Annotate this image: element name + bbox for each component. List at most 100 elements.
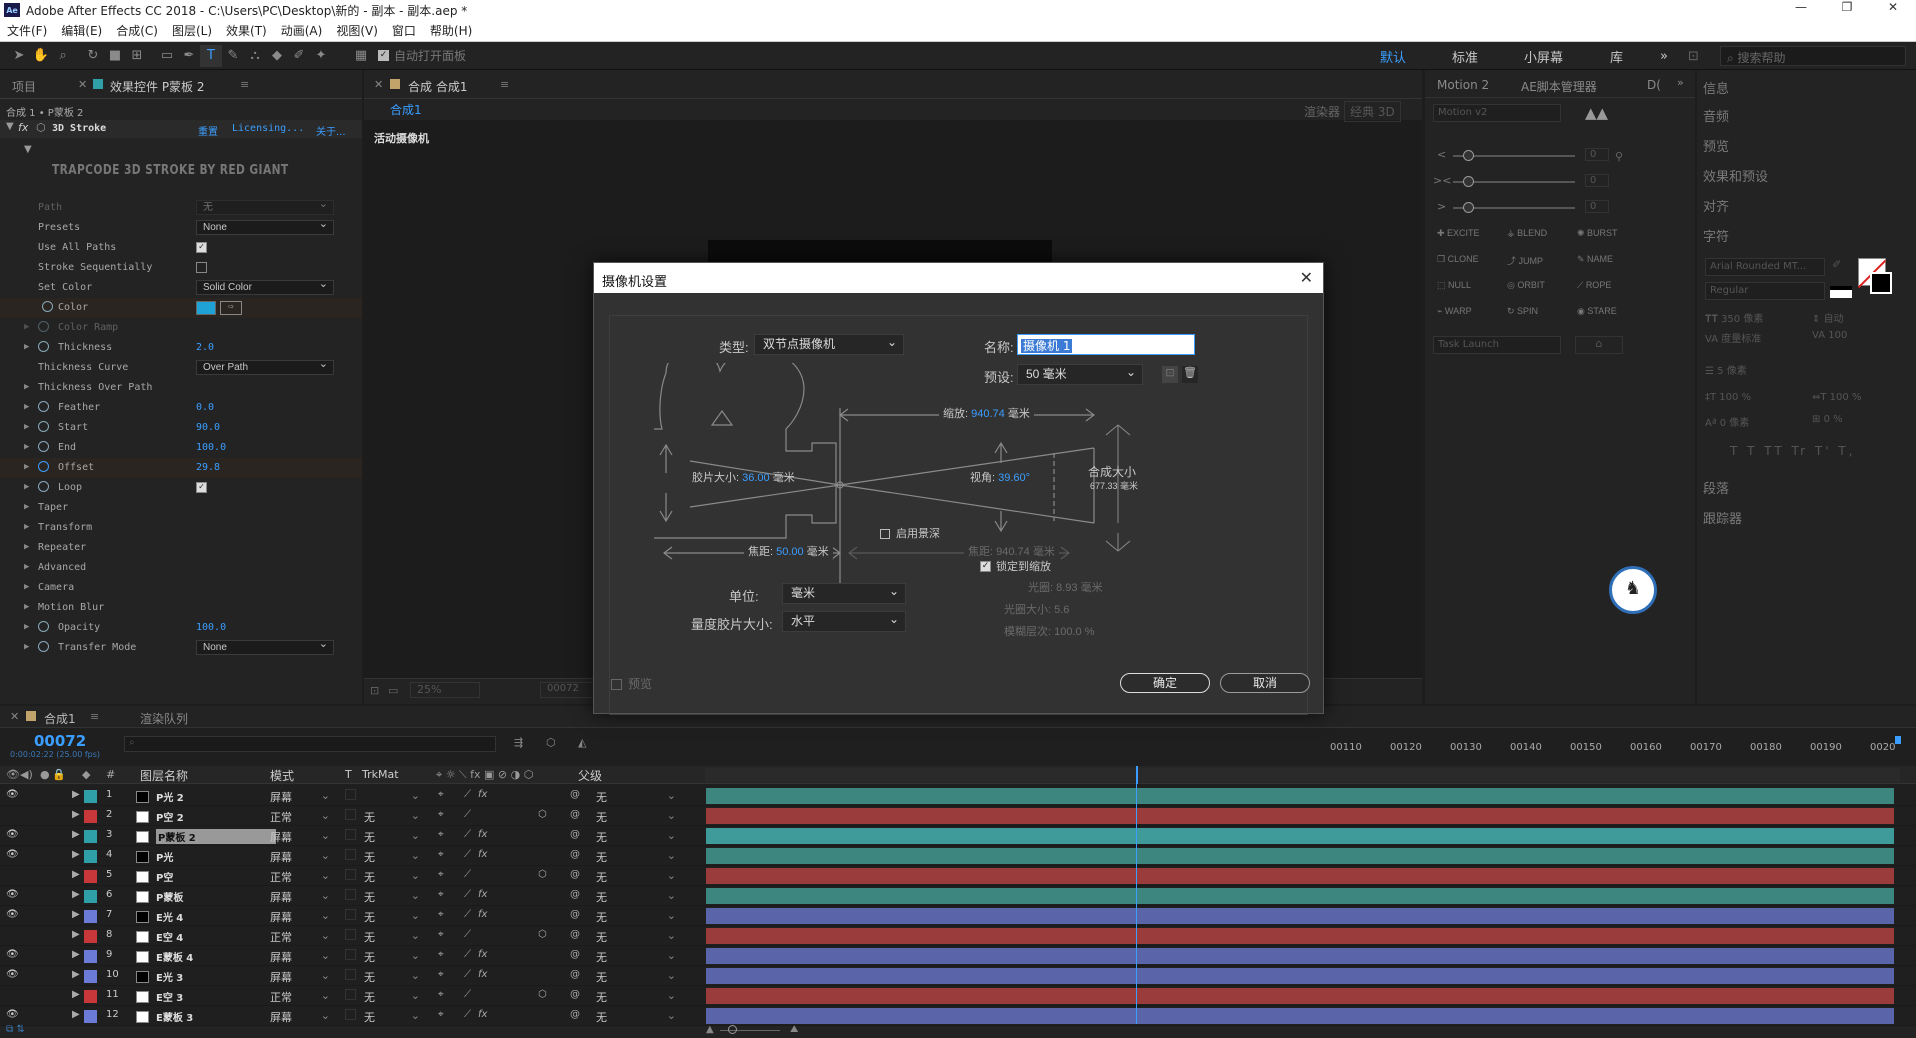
expand-icon[interactable]: ▶ — [24, 622, 29, 632]
menu-view[interactable]: 视图(V) — [329, 22, 385, 39]
stopwatch-icon[interactable] — [38, 401, 49, 412]
panel-effects-presets[interactable]: 效果和预设 — [1703, 166, 1903, 185]
stopwatch-icon[interactable] — [38, 461, 49, 472]
font-size-field[interactable]: 𝐓𝐓 350 像素 — [1705, 310, 1805, 325]
timeline-footer-icons[interactable]: ⧉ ⇅ — [6, 1024, 25, 1035]
stopwatch-icon[interactable] — [38, 641, 49, 652]
shy-switch-icon[interactable]: ⌖ — [438, 969, 444, 980]
font-family-dropdown[interactable]: Arial Rounded MT... — [1705, 258, 1825, 276]
preserve-transparency-checkbox[interactable] — [345, 869, 356, 880]
expand-icon[interactable]: ▶ — [72, 949, 80, 960]
layer-row[interactable]: 👁 ▶ 12 E蒙板 3 屏幕 ⌄ 无 ⌄ ⌖ ⟋ fx @ 无 ⌄ — [0, 1006, 1916, 1026]
font-style-dropdown[interactable]: Regular — [1705, 282, 1825, 300]
trkmat-dropdown[interactable]: 无 ⌄ — [364, 909, 420, 924]
layer-duration-bar[interactable] — [706, 968, 1894, 984]
shy-switch-icon[interactable]: ⌖ — [438, 989, 444, 1000]
layer-duration-bar[interactable] — [706, 948, 1894, 964]
auto-open-checkbox[interactable]: ✓ — [378, 50, 389, 61]
expand-icon[interactable]: ▶ — [72, 789, 80, 800]
trkmat-dropdown[interactable]: 无 ⌄ — [364, 849, 420, 864]
layer-row[interactable]: ▶ 8 E空 4 正常 ⌄ 无 ⌄ ⌖ ⟋ ⬡ @ 无 ⌄ — [0, 926, 1916, 946]
quality-switch-icon[interactable]: ⟋ — [464, 849, 471, 860]
fx-switch-icon[interactable]: fx — [478, 829, 487, 840]
shy-layers-icon[interactable]: ◭ — [578, 736, 586, 749]
expand-icon[interactable]: ▶ — [24, 322, 29, 332]
layer-name[interactable]: E光 3 — [156, 969, 183, 984]
layer-duration-bar[interactable] — [706, 848, 1894, 864]
mode-dropdown[interactable]: 正常 ⌄ — [270, 929, 330, 944]
excite-button[interactable]: ✚ EXCITE — [1437, 228, 1480, 239]
mode-dropdown[interactable]: 屏幕 ⌄ — [270, 969, 330, 984]
preserve-transparency-checkbox[interactable] — [345, 949, 356, 960]
hand-tool-icon[interactable]: ✋ — [30, 45, 52, 67]
parent-dropdown[interactable]: 无 ⌄ — [596, 809, 676, 824]
clone-stamp-tool-icon[interactable]: ⛬ — [244, 45, 266, 67]
horizontal-scale-field[interactable]: ⇔T 100 % — [1812, 392, 1902, 403]
preserve-transparency-checkbox[interactable] — [345, 889, 356, 900]
work-area-end[interactable] — [1895, 736, 1901, 744]
close-button[interactable]: ✕ — [1870, 0, 1916, 14]
snapshot-icon[interactable]: ⊡ — [370, 684, 379, 697]
text-style-buttons[interactable]: T T TT Tr T' T, — [1730, 444, 1855, 458]
tab-project[interactable]: 项目 — [12, 78, 36, 95]
presets-dropdown[interactable]: None — [196, 218, 334, 235]
current-timecode[interactable]: 00072 — [34, 732, 86, 750]
clone-button[interactable]: ❐ CLONE — [1437, 254, 1479, 265]
mode-dropdown[interactable]: 屏幕 ⌄ — [270, 829, 330, 844]
expand-icon[interactable]: ▶ — [72, 1009, 80, 1020]
group-repeater[interactable]: ▶ Repeater — [0, 538, 362, 558]
slider-handle[interactable] — [1463, 202, 1474, 213]
pick-whip-icon[interactable]: @ — [570, 789, 580, 800]
pick-whip-icon[interactable]: @ — [570, 849, 580, 860]
menu-help[interactable]: 帮助(H) — [423, 22, 479, 39]
vertical-scale-field[interactable]: ‡T 100 % — [1705, 392, 1805, 403]
spin-button[interactable]: ↻ SPIN — [1507, 306, 1538, 317]
menu-layer[interactable]: 图层(L) — [165, 22, 219, 39]
layer-row[interactable]: 👁 ▶ 3 P蒙板 2 屏幕 ⌄ 无 ⌄ ⌖ ⟋ fx @ 无 ⌄ — [0, 826, 1916, 846]
video-toggle-icon[interactable]: 👁 — [6, 768, 20, 781]
parent-dropdown[interactable]: 无 ⌄ — [596, 929, 676, 944]
renderer-button[interactable]: 经典 3D — [1344, 101, 1401, 122]
quality-switch-icon[interactable]: ⟋ — [464, 1009, 471, 1020]
pan-behind-tool-icon[interactable]: ⊞ — [126, 45, 148, 67]
label-color-swatch[interactable] — [84, 790, 97, 803]
expand-icon[interactable]: ▶ — [24, 482, 29, 492]
mode-dropdown[interactable]: 屏幕 ⌄ — [270, 1009, 330, 1024]
label-color-swatch[interactable] — [84, 810, 97, 823]
rotate-tool-icon[interactable]: ↻ — [82, 45, 104, 67]
group-transform[interactable]: ▶ Transform — [0, 518, 362, 538]
start-value[interactable]: 90.0 — [196, 422, 220, 433]
orbit-button[interactable]: ◎ ORBIT — [1507, 280, 1545, 291]
panel-audio[interactable]: 音频 — [1703, 106, 1903, 125]
pick-whip-icon[interactable]: @ — [570, 989, 580, 1000]
pick-whip-icon[interactable]: @ — [570, 889, 580, 900]
expand-icon[interactable]: ▶ — [24, 422, 29, 432]
stopwatch-icon[interactable] — [38, 321, 49, 332]
preserve-transparency-checkbox[interactable] — [345, 829, 356, 840]
offset-value[interactable]: 29.8 — [196, 462, 220, 473]
quality-switch-icon[interactable]: ⟋ — [464, 889, 471, 900]
expand-icon[interactable]: ▶ — [24, 642, 29, 652]
mode-dropdown[interactable]: 屏幕 ⌄ — [270, 789, 330, 804]
eye-icon[interactable]: 👁 — [6, 909, 19, 920]
expand-triangle-icon[interactable]: ▼ — [6, 121, 14, 132]
group-camera[interactable]: ▶ Camera — [0, 578, 362, 598]
menu-composition[interactable]: 合成(C) — [109, 22, 165, 39]
menu-animation[interactable]: 动画(A) — [274, 22, 330, 39]
layer-duration-bar[interactable] — [706, 808, 1894, 824]
expand-icon[interactable]: ▶ — [72, 889, 80, 900]
zoom-dropdown[interactable]: 25% — [410, 682, 480, 698]
menu-edit[interactable]: 编辑(E) — [54, 22, 109, 39]
preserve-transparency-checkbox[interactable] — [345, 1009, 356, 1020]
set-color-dropdown[interactable]: Solid Color — [196, 278, 334, 295]
lock-icon[interactable]: 🔒 — [52, 768, 66, 781]
expand-icon[interactable]: ▶ — [72, 809, 80, 820]
slider-handle[interactable] — [1463, 176, 1474, 187]
color-swatch[interactable] — [196, 301, 216, 315]
layer-name[interactable]: P空 — [156, 869, 173, 884]
mode-dropdown[interactable]: 正常 ⌄ — [270, 809, 330, 824]
layer-name[interactable]: P光 2 — [156, 789, 184, 804]
type-dropdown[interactable]: 双节点摄像机 — [754, 333, 904, 355]
group-advanced[interactable]: ▶ Advanced — [0, 558, 362, 578]
panel-menu-icon[interactable]: ≡ — [500, 78, 509, 91]
